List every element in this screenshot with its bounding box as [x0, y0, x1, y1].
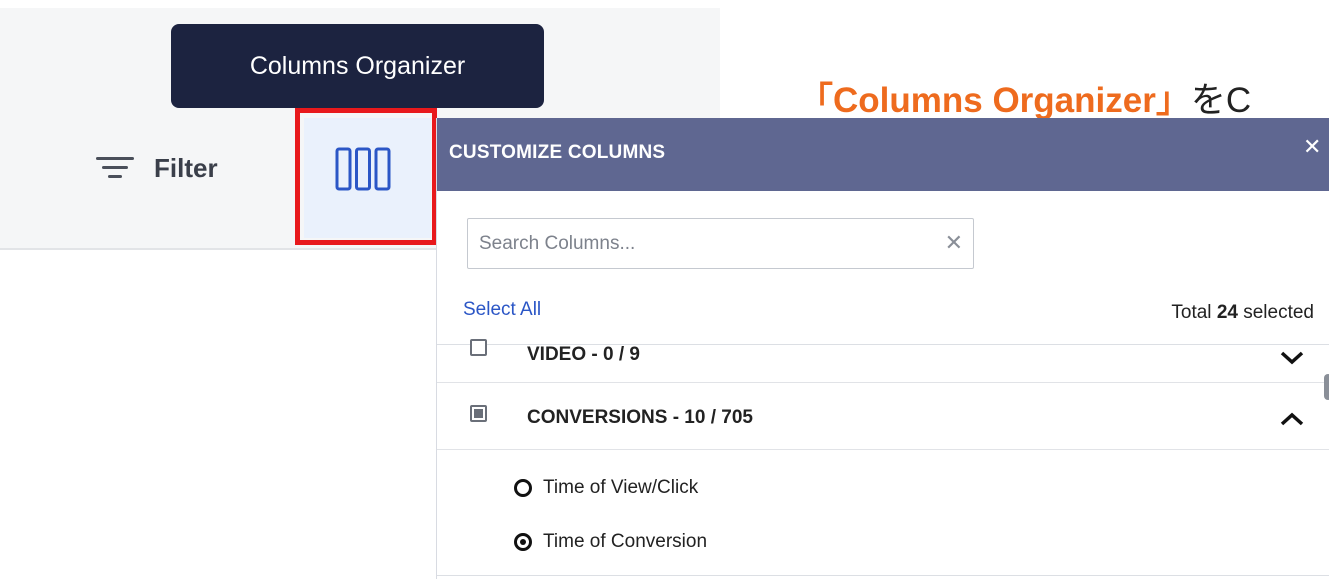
panel-header: CUSTOMIZE COLUMNS ✕ — [437, 118, 1329, 191]
option-label: Time of Conversion — [543, 531, 708, 552]
group-checkbox[interactable] — [470, 339, 487, 356]
customize-columns-panel: CUSTOMIZE COLUMNS ✕ ✕ Select All Total 2… — [436, 118, 1329, 579]
divider — [437, 575, 1329, 576]
option-time-of-view-click[interactable]: Time of View/Click — [514, 475, 698, 501]
annotation-highlight: 「Columns Organizer」 — [798, 81, 1191, 120]
annotation-tail: をC — [1190, 81, 1252, 120]
filter-button[interactable]: Filter — [96, 146, 218, 190]
option-time-of-conversion[interactable]: Time of Conversion — [514, 529, 707, 555]
select-all-link[interactable]: Select All — [463, 299, 541, 321]
columns-icon — [335, 147, 391, 191]
search-box: ✕ — [467, 218, 974, 269]
group-row-video[interactable]: VIDEO - 0 / 9 — [437, 334, 1329, 383]
search-columns-input[interactable] — [468, 219, 939, 268]
total-suffix: selected — [1237, 302, 1314, 323]
chevron-up-icon[interactable] — [1279, 411, 1305, 427]
group-checkbox-partial[interactable] — [470, 405, 487, 422]
clear-search-icon[interactable]: ✕ — [945, 231, 963, 255]
close-icon[interactable]: ✕ — [1303, 136, 1321, 158]
filter-lines-icon — [96, 155, 134, 181]
group-label: CONVERSIONS - 10 / 705 — [527, 407, 753, 428]
annotation-text: 「Columns Organizer」をC — [798, 72, 1251, 123]
columns-organizer-tooltip: Columns Organizer — [171, 24, 544, 108]
columns-organizer-button[interactable] — [304, 118, 431, 238]
panel-title: CUSTOMIZE COLUMNS — [449, 142, 666, 163]
tooltip-text: Columns Organizer — [249, 51, 466, 80]
total-prefix: Total — [1171, 302, 1217, 323]
total-selected-count: Total 24 selected — [1171, 302, 1314, 324]
radio-button[interactable] — [514, 479, 532, 497]
total-count: 24 — [1216, 302, 1238, 323]
radio-button-selected[interactable] — [514, 533, 532, 551]
filter-label: Filter — [154, 152, 218, 183]
group-row-conversions[interactable]: CONVERSIONS - 10 / 705 — [437, 383, 1329, 450]
option-label: Time of View/Click — [543, 477, 699, 498]
group-label: VIDEO - 0 / 9 — [527, 344, 640, 365]
chevron-down-icon[interactable] — [1279, 350, 1305, 366]
